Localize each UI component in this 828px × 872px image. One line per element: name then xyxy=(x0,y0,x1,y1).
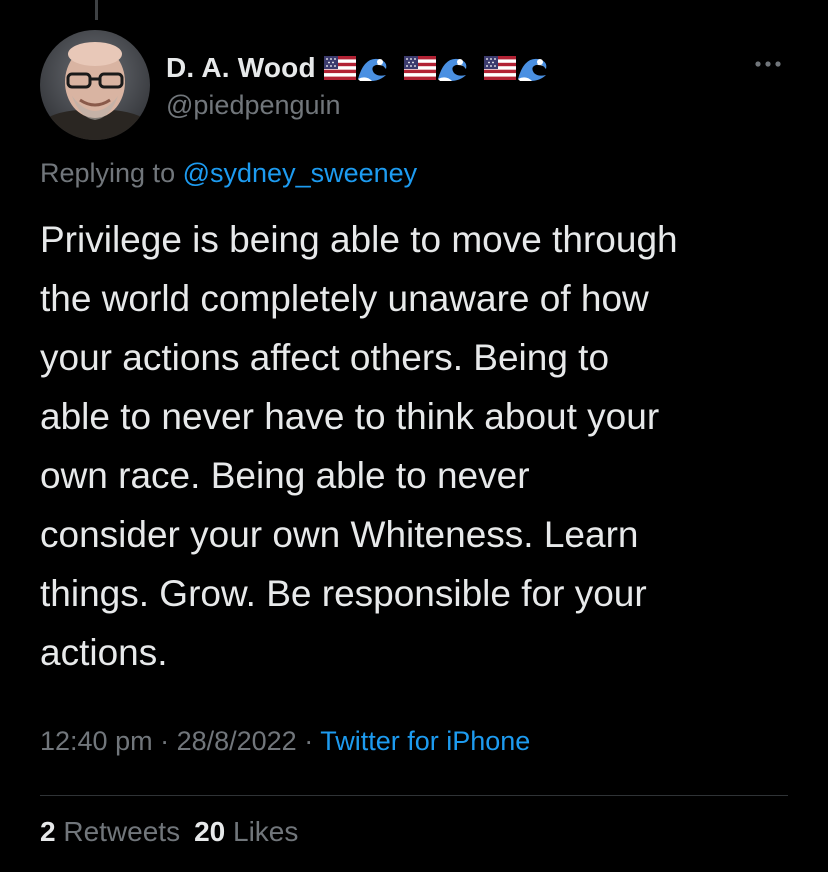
tweet-date-link[interactable]: 28/8/2022 xyxy=(177,726,297,756)
us-flag-emoji-icon xyxy=(483,56,516,80)
name-emoji-group xyxy=(323,53,564,83)
us-flag-emoji-icon xyxy=(323,56,356,80)
author-display-name[interactable]: D. A. Wood xyxy=(166,52,316,84)
retweets-label: Retweets xyxy=(63,816,181,847)
likes-label: Likes xyxy=(233,816,299,847)
tweet-metadata: 12:40 pm · 28/8/2022 · Twitter for iPhon… xyxy=(40,726,530,757)
meta-separator: · xyxy=(296,726,321,756)
emoji-pair xyxy=(323,53,390,83)
tweet-source-link[interactable]: Twitter for iPhone xyxy=(320,726,530,756)
tweet-text: Privilege is being able to move through … xyxy=(40,219,678,673)
replying-to-prefix: Replying to xyxy=(40,158,176,188)
emoji-pair xyxy=(483,53,550,83)
more-options-button[interactable] xyxy=(750,52,786,76)
us-flag-emoji-icon xyxy=(403,56,436,80)
meta-separator: · xyxy=(152,726,177,756)
avatar-image xyxy=(40,30,150,140)
divider xyxy=(40,795,788,796)
emoji-pair xyxy=(403,53,470,83)
wave-emoji-icon xyxy=(517,58,547,81)
wave-emoji-icon xyxy=(357,58,387,81)
avatar[interactable] xyxy=(40,30,150,140)
retweets-count: 2 xyxy=(40,816,56,847)
author-name-row[interactable]: D. A. Wood xyxy=(166,48,564,88)
engagement-stats: 2 Retweets 20 Likes xyxy=(40,816,298,848)
thread-connector-line xyxy=(95,0,98,20)
replying-to-mention-link[interactable]: @sydney_sweeney xyxy=(183,158,418,188)
likes-stat[interactable]: 20 Likes xyxy=(194,816,298,847)
author-handle[interactable]: @piedpenguin xyxy=(166,90,341,121)
likes-count: 20 xyxy=(194,816,226,847)
retweets-stat[interactable]: 2 Retweets xyxy=(40,816,180,847)
more-dots-icon xyxy=(755,61,781,67)
tweet-time-link[interactable]: 12:40 pm xyxy=(40,726,153,756)
wave-emoji-icon xyxy=(437,58,467,81)
replying-to-line: Replying to @sydney_sweeney xyxy=(40,158,417,189)
